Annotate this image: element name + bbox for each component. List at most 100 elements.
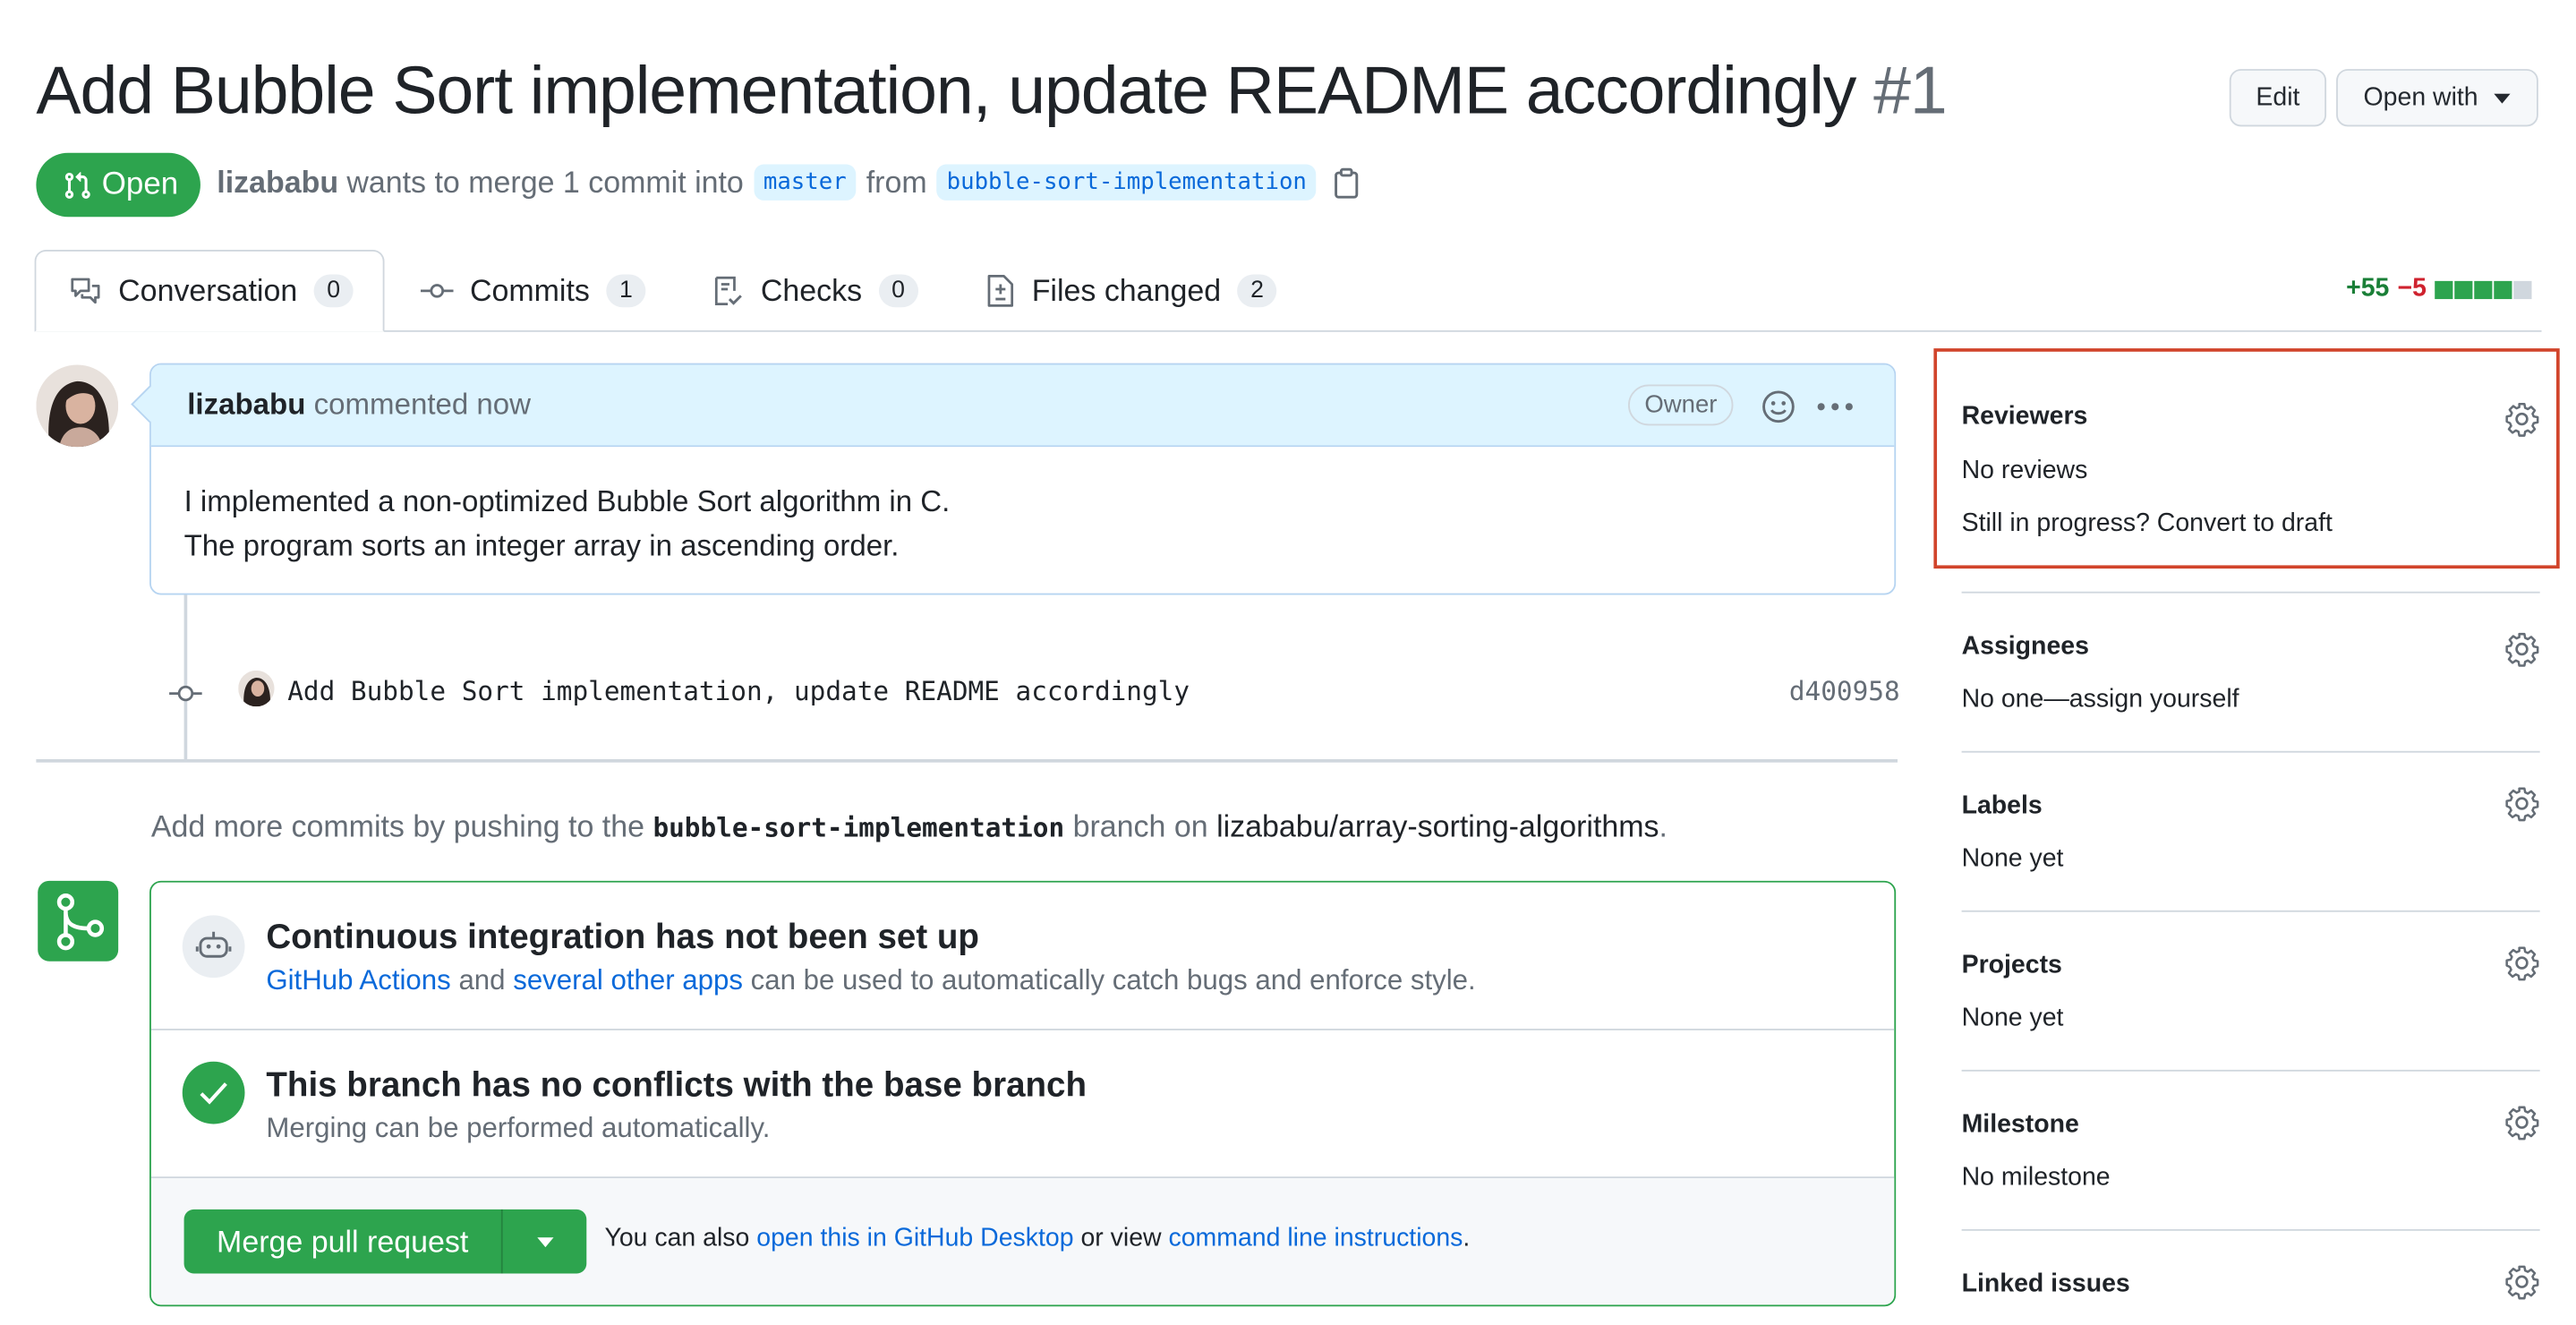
avatar[interactable] <box>36 364 119 448</box>
tab-checks-label: Checks <box>760 272 863 308</box>
conflicts-icon-circle <box>182 1061 245 1124</box>
tab-files-changed[interactable]: Files changed 2 <box>985 272 1277 309</box>
tab-conversation-label: Conversation <box>118 272 298 308</box>
pr-title-text: Add Bubble Sort implementation, update R… <box>36 52 1856 129</box>
diffstat-additions: +55 <box>2346 274 2390 303</box>
github-desktop-link[interactable]: open this in GitHub Desktop <box>756 1224 1073 1252</box>
gear-icon[interactable] <box>2503 945 2539 981</box>
comment-body-line: I implemented a non-optimized Bubble Sor… <box>183 484 951 518</box>
pr-number: #1 <box>1873 52 1948 129</box>
reviewers-heading[interactable]: Reviewers <box>1962 403 2088 432</box>
robot-icon <box>195 930 232 963</box>
merge-button-group: Merge pull request <box>183 1209 587 1274</box>
merge-also-text: You can also <box>604 1224 750 1252</box>
projects-heading[interactable]: Projects <box>1962 952 2062 981</box>
tab-checks-count: 0 <box>878 274 918 308</box>
comment-author[interactable]: lizababu <box>187 388 305 421</box>
sidebar-divider <box>1961 591 2540 594</box>
pr-from-text: from <box>866 164 927 200</box>
diffstat-bar <box>2435 279 2533 299</box>
diffstat-block <box>2494 279 2512 299</box>
merge-end-text: . <box>1463 1224 1471 1252</box>
merge-alternatives: You can also open this in GitHub Desktop… <box>604 1224 1470 1253</box>
push-hint-repo-link[interactable]: lizababu/array-sorting-algorithms <box>1216 808 1659 843</box>
merge-box-divider <box>150 1029 1895 1030</box>
tab-files-changed-label: Files changed <box>1031 272 1222 308</box>
conflicts-title: This branch has no conflicts with the ba… <box>266 1066 1088 1105</box>
labels-heading[interactable]: Labels <box>1962 792 2043 822</box>
milestone-heading[interactable]: Milestone <box>1962 1111 2079 1141</box>
tab-commits-count: 1 <box>606 274 646 308</box>
tab-checks[interactable]: Checks 0 <box>712 273 918 309</box>
timeline-line <box>183 594 188 761</box>
open-with-button[interactable]: Open with <box>2336 69 2538 127</box>
comment-timestamp[interactable]: commented now <box>314 388 531 421</box>
sidebar-divider <box>1961 1228 2540 1231</box>
ci-rest-text: can be used to automatically catch bugs … <box>750 964 1476 996</box>
sidebar-divider <box>1961 1069 2540 1072</box>
base-branch-label[interactable]: master <box>753 164 857 201</box>
smiley-icon[interactable] <box>1761 389 1796 424</box>
tab-commits[interactable]: Commits 1 <box>420 273 646 309</box>
conflicts-subtitle: Merging can be performed automatically. <box>266 1112 771 1144</box>
diffstat[interactable]: +55 −5 <box>2346 275 2533 304</box>
diffstat-block <box>2435 279 2453 299</box>
comment-body: I implemented a non-optimized Bubble Sor… <box>184 480 951 568</box>
push-hint-prefix: Add more commits by pushing to the <box>150 808 645 843</box>
gear-icon[interactable] <box>2503 1263 2539 1300</box>
convert-to-draft-link[interactable]: Still in progress? Convert to draft <box>1962 509 2333 539</box>
ci-title: Continuous integration has not been set … <box>266 919 979 957</box>
triangle-down-icon <box>537 1236 554 1247</box>
other-apps-link[interactable]: several other apps <box>513 964 743 996</box>
tabs-divider <box>36 329 2542 332</box>
push-hint-branch: bubble-sort-implementation <box>653 811 1065 843</box>
gear-icon[interactable] <box>2503 401 2539 437</box>
commit-message-link[interactable]: Add Bubble Sort implementation, update R… <box>287 675 1190 706</box>
sidebar-divider <box>1961 750 2540 753</box>
projects-value: None yet <box>1961 1004 2064 1032</box>
assign-yourself-link[interactable]: No one—assign yourself <box>1962 685 2239 714</box>
owner-badge: Owner <box>1627 384 1734 426</box>
ci-and-text: and <box>458 964 506 996</box>
linked-issues-heading[interactable]: Linked issues <box>1962 1270 2130 1300</box>
pr-author-link[interactable]: lizababu <box>217 165 338 201</box>
file-diff-icon <box>985 274 1015 308</box>
push-hint: Add more commits by pushing to the bubbl… <box>151 808 1668 844</box>
tab-conversation[interactable]: Conversation 0 <box>69 273 354 309</box>
ci-icon-circle <box>182 915 245 979</box>
pr-state-badge: Open <box>36 152 200 218</box>
github-actions-link[interactable]: GitHub Actions <box>266 964 450 996</box>
push-hint-suffix: . <box>1659 808 1668 843</box>
assignees-heading[interactable]: Assignees <box>1962 633 2089 662</box>
merge-status-icon-box <box>38 880 119 962</box>
head-branch-label[interactable]: bubble-sort-implementation <box>936 164 1317 201</box>
gear-icon[interactable] <box>2503 785 2539 822</box>
commit-sha-link[interactable]: d400958 <box>1789 675 1900 706</box>
diffstat-block <box>2474 279 2493 299</box>
milestone-value: No milestone <box>1961 1163 2111 1192</box>
command-line-link[interactable]: command line instructions <box>1168 1224 1463 1252</box>
timeline-separator <box>36 759 1898 763</box>
copy-icon[interactable] <box>1333 167 1361 198</box>
triangle-down-icon <box>2495 92 2512 103</box>
comment-body-line: The program sorts an integer array in as… <box>183 529 900 562</box>
git-pull-request-icon <box>63 170 92 200</box>
diffstat-block <box>2513 279 2532 299</box>
check-icon <box>199 1081 228 1105</box>
ci-description: GitHub Actions and several other apps ca… <box>266 964 1475 997</box>
reviewers-value: No reviews <box>1961 457 2088 485</box>
gear-icon[interactable] <box>2503 1104 2539 1141</box>
kebab-horizontal-icon[interactable] <box>1817 403 1853 411</box>
commit-author-avatar[interactable] <box>238 670 275 707</box>
gear-icon[interactable] <box>2503 631 2539 667</box>
merge-pull-request-button[interactable]: Merge pull request <box>184 1209 503 1274</box>
comment-box: lizababu commented now Owner I implement… <box>131 363 1897 595</box>
sidebar-divider <box>1961 910 2540 912</box>
edit-button[interactable]: Edit <box>2229 69 2327 127</box>
diffstat-deletions: −5 <box>2397 274 2427 303</box>
merge-method-dropdown[interactable] <box>504 1210 586 1274</box>
edit-button-label: Edit <box>2256 82 2300 111</box>
pr-action-text: wants to merge 1 commit into <box>346 164 744 200</box>
git-commit-icon <box>169 680 202 706</box>
comment-discussion-icon <box>69 276 102 305</box>
